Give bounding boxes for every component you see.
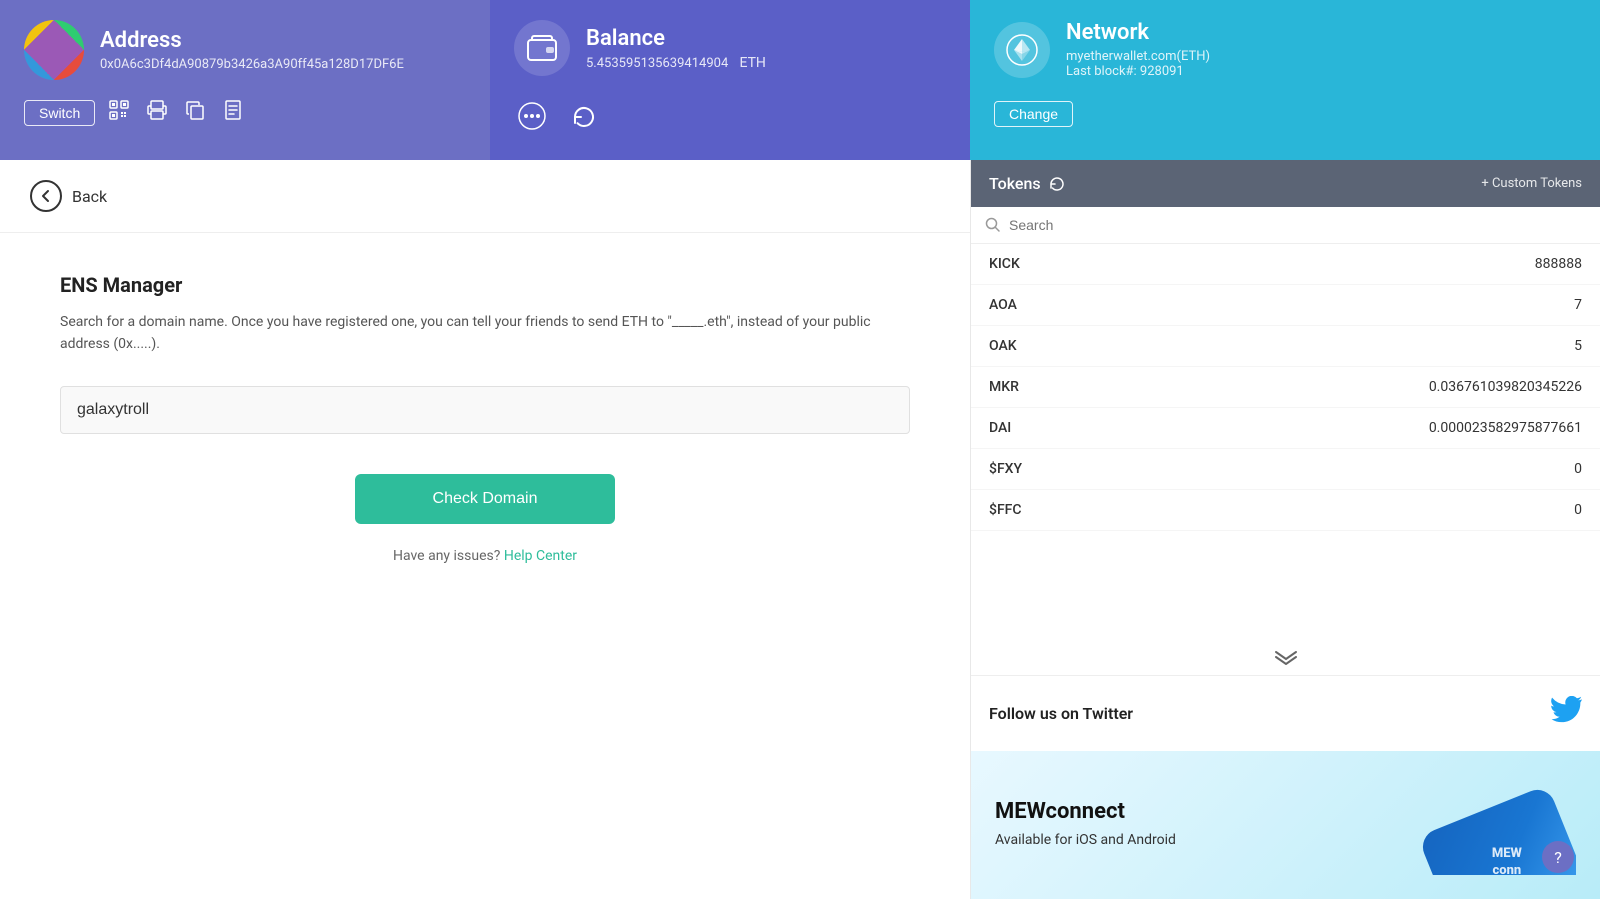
token-row: $FFC 0	[971, 490, 1600, 531]
avatar	[24, 20, 84, 80]
search-icon	[985, 217, 1001, 233]
token-name: AOA	[989, 297, 1017, 313]
token-value: 888888	[1535, 256, 1582, 272]
help-text: Have any issues? Help Center	[60, 548, 910, 564]
address-title: Address	[100, 28, 404, 53]
tokens-title: Tokens	[989, 174, 1065, 193]
token-search-bar	[971, 207, 1600, 244]
check-domain-button[interactable]: Check Domain	[355, 474, 615, 524]
token-value: 7	[1574, 297, 1582, 313]
sidebar: Tokens + Custom Tokens KICK 888888 AOA 7 OAK…	[970, 160, 1600, 899]
copy-icon[interactable]	[181, 98, 209, 127]
help-center-link[interactable]: Help Center	[504, 548, 577, 564]
balance-actions	[514, 100, 946, 138]
eth-icon	[994, 22, 1050, 78]
token-row: MKR 0.036761039820345226	[971, 367, 1600, 408]
refresh-tokens-icon[interactable]	[1049, 176, 1065, 192]
token-value: 0	[1574, 502, 1582, 518]
main-content: Back ENS Manager Search for a domain nam…	[0, 160, 1600, 899]
file-icon[interactable]	[219, 98, 247, 127]
network-block: Last block#: 928091	[1066, 64, 1210, 79]
token-value: 5	[1574, 338, 1582, 354]
address-value: 0x0A6c3Df4dA90879b3426a3A90ff45a128D17DF…	[100, 57, 404, 72]
address-actions: Switch	[24, 98, 466, 127]
network-title: Network	[1066, 20, 1210, 45]
balance-info: Balance 5.453595135639414904 ETH	[586, 26, 766, 71]
address-panel: Address 0x0A6c3Df4dA90879b3426a3A90ff45a…	[0, 0, 490, 160]
mewconnect-banner: MEWconnect Available for iOS and Android…	[971, 751, 1600, 899]
ens-title: ENS Manager	[60, 273, 910, 297]
balance-title: Balance	[586, 26, 766, 51]
token-name: MKR	[989, 379, 1019, 395]
back-label: Back	[72, 187, 107, 206]
token-name: OAK	[989, 338, 1017, 354]
twitter-icon	[1550, 696, 1582, 731]
switch-button[interactable]: Switch	[24, 100, 95, 126]
change-button[interactable]: Change	[994, 101, 1073, 127]
token-value: 0.000023582975877661	[1429, 420, 1582, 436]
token-name: KICK	[989, 256, 1020, 272]
token-row: $FXY 0	[971, 449, 1600, 490]
token-row: AOA 7	[971, 285, 1600, 326]
token-value: 0.036761039820345226	[1429, 379, 1582, 395]
wallet-icon	[514, 20, 570, 76]
twitter-section[interactable]: Follow us on Twitter	[971, 675, 1600, 751]
token-name: DAI	[989, 420, 1011, 436]
mewconnect-subtitle: Available for iOS and Android	[995, 830, 1176, 851]
token-row: DAI 0.000023582975877661	[971, 408, 1600, 449]
token-name: $FXY	[989, 461, 1022, 477]
token-row: KICK 888888	[971, 244, 1600, 285]
network-panel: Network myetherwallet.com(ETH) Last bloc…	[970, 0, 1600, 160]
more-options-icon[interactable]	[514, 100, 550, 138]
ens-panel: Back ENS Manager Search for a domain nam…	[0, 160, 970, 899]
token-search-input[interactable]	[1009, 217, 1586, 233]
token-list: KICK 888888 AOA 7 OAK 5 MKR 0.03676103982034522…	[971, 244, 1600, 639]
token-row: OAK 5	[971, 326, 1600, 367]
token-value: 0	[1574, 461, 1582, 477]
mewconnect-text: MEWconnect Available for iOS and Android	[995, 799, 1176, 851]
help-fab-button[interactable]: ?	[1542, 841, 1574, 873]
domain-input[interactable]	[60, 386, 910, 434]
custom-tokens-link[interactable]: + Custom Tokens	[1481, 176, 1582, 191]
token-name: $FFC	[989, 502, 1022, 518]
ens-description: Search for a domain name. Once you have …	[60, 311, 910, 356]
ens-form: ENS Manager Search for a domain name. On…	[0, 233, 970, 604]
address-info: Address 0x0A6c3Df4dA90879b3426a3A90ff45a…	[100, 28, 404, 72]
print-icon[interactable]	[143, 98, 171, 127]
tokens-header: Tokens + Custom Tokens	[971, 160, 1600, 207]
balance-panel: Balance 5.453595135639414904 ETH	[490, 0, 970, 160]
show-more-button[interactable]	[971, 639, 1600, 675]
twitter-text: Follow us on Twitter	[989, 704, 1133, 723]
refresh-icon[interactable]	[566, 100, 602, 138]
qr-icon[interactable]	[105, 98, 133, 127]
mewconnect-title: MEWconnect	[995, 799, 1176, 824]
balance-value: 5.453595135639414904 ETH	[586, 55, 766, 71]
network-info: Network myetherwallet.com(ETH) Last bloc…	[1066, 20, 1210, 79]
back-bar: Back	[0, 160, 970, 233]
header: Address 0x0A6c3Df4dA90879b3426a3A90ff45a…	[0, 0, 1600, 160]
back-button[interactable]	[30, 180, 62, 212]
network-site: myetherwallet.com(ETH)	[1066, 49, 1210, 64]
